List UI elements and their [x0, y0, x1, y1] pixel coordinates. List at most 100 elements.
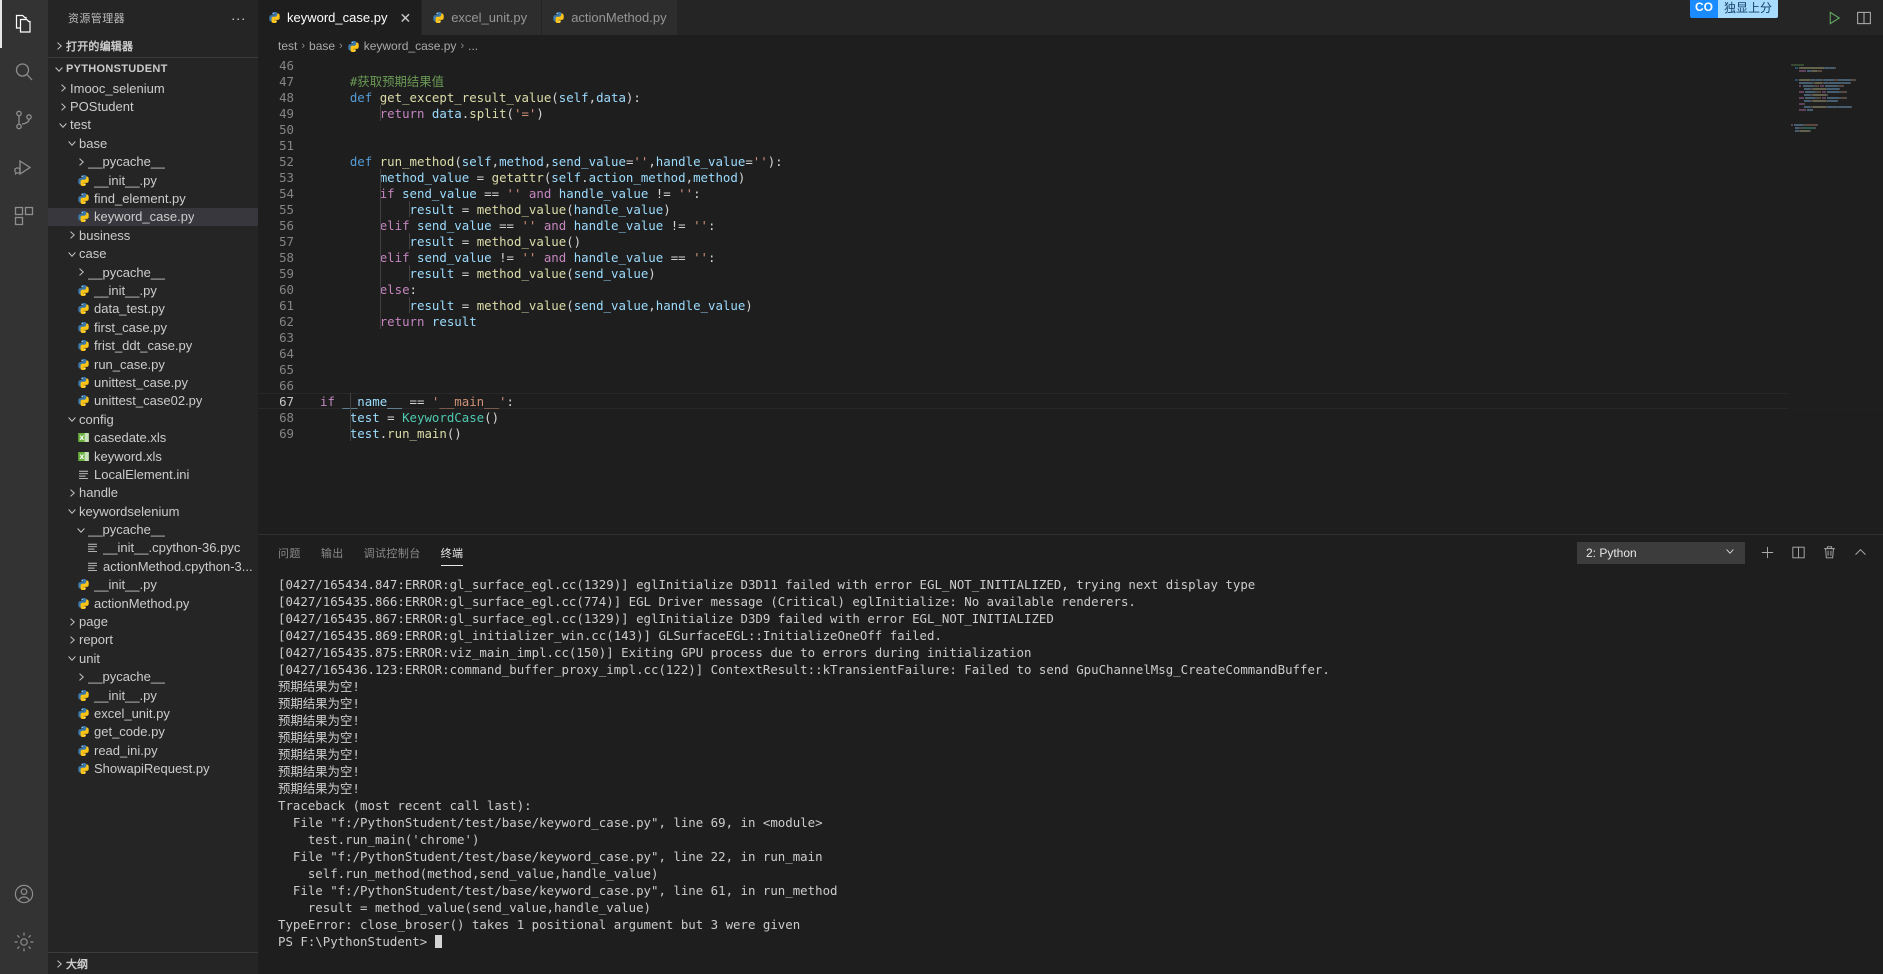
tree-item-label: __pycache__ [88, 264, 166, 280]
terminal-prompt-text: PS F:\PythonStudent> [278, 934, 435, 949]
activitybar-search[interactable] [0, 48, 48, 96]
tree-file-keyword_case.py[interactable]: keyword_case.py [48, 207, 258, 227]
breadcrumb-item[interactable]: base [309, 39, 335, 53]
activitybar-explorer[interactable] [0, 0, 48, 48]
breadcrumb-item[interactable]: ... [468, 39, 478, 53]
tree-file-unittest_case.py[interactable]: unittest_case.py [48, 373, 258, 391]
account-icon [12, 882, 36, 906]
tree-file-first_case.py[interactable]: first_case.py [48, 318, 258, 336]
tree-folder-POStudent[interactable]: POStudent [48, 97, 258, 115]
editor-tab-keyword_case.py[interactable]: keyword_case.py ✕ [258, 0, 423, 35]
tree-folder-__pycache__[interactable]: __pycache__ [48, 153, 258, 171]
tree-folder-base[interactable]: base [48, 134, 258, 152]
line-number: 48 [279, 89, 294, 105]
section-outline[interactable]: 大纲 [48, 952, 258, 974]
section-workspace-root[interactable]: PYTHONSTUDENT [48, 57, 258, 79]
tree-file-actionMethod.py[interactable]: actionMethod.py [48, 594, 258, 612]
sidebar-more-actions-icon[interactable]: ··· [225, 11, 252, 25]
panel-tab-问题[interactable]: 问题 [278, 535, 301, 570]
terminal-cursor [434, 935, 442, 948]
tree-file-run_case.py[interactable]: run_case.py [48, 355, 258, 373]
breadcrumb-item[interactable]: keyword_case.py [364, 39, 457, 53]
tree-file-find_element.py[interactable]: find_element.py [48, 189, 258, 207]
close-tab-icon[interactable]: ✕ [399, 11, 411, 25]
tree-file-actionMethod.cpython-3...[interactable]: actionMethod.cpython-3... [48, 557, 258, 575]
tree-folder-unit[interactable]: unit [48, 649, 258, 667]
section-open-editors[interactable]: 打开的编辑器 [48, 35, 258, 57]
editor-tab-excel_unit.py[interactable]: excel_unit.py [422, 0, 543, 35]
tree-file-casedate.xls[interactable]: Xcasedate.xls [48, 428, 258, 446]
tree-file-unittest_case02.py[interactable]: unittest_case02.py [48, 392, 258, 410]
panel-tab-输出[interactable]: 输出 [321, 535, 344, 570]
tree-folder-keywordselenium[interactable]: keywordselenium [48, 502, 258, 520]
new-terminal-icon[interactable] [1759, 544, 1776, 561]
tree-folder-__pycache__[interactable]: __pycache__ [48, 668, 258, 686]
tree-folder-page[interactable]: page [48, 612, 258, 630]
tree-folder-__pycache__[interactable]: __pycache__ [48, 263, 258, 281]
tree-file-get_code.py[interactable]: get_code.py [48, 723, 258, 741]
tree-file-LocalElement.ini[interactable]: LocalElement.ini [48, 465, 258, 483]
run-python-file-icon[interactable] [1825, 9, 1843, 27]
chevron-down-icon [65, 134, 79, 152]
tree-folder-__pycache__[interactable]: __pycache__ [48, 520, 258, 538]
tree-file-excel_unit.py[interactable]: excel_unit.py [48, 704, 258, 722]
terminal-select-value: 2: Python [1586, 545, 1637, 560]
excel-file-icon: X [74, 431, 92, 444]
tree-file-ShowapiRequest.py[interactable]: ShowapiRequest.py [48, 759, 258, 777]
tree-folder-test[interactable]: test [48, 116, 258, 134]
panel-tab-终端[interactable]: 终端 [440, 535, 464, 570]
tree-file-frist_ddt_case.py[interactable]: frist_ddt_case.py [48, 336, 258, 354]
terminal-output[interactable]: [0427/165434.847:ERROR:gl_surface_egl.cc… [258, 570, 1883, 974]
tree-folder-report[interactable]: report [48, 631, 258, 649]
line-number: 65 [279, 361, 294, 377]
tree-file-__init__.cpython-36.pyc[interactable]: __init__.cpython-36.pyc [48, 539, 258, 557]
tree-file-read_ini.py[interactable]: read_ini.py [48, 741, 258, 759]
breadcrumb-separator: › [301, 40, 306, 52]
code-line: 47 #获取预期结果值 [258, 73, 1883, 90]
tree-folder-business[interactable]: business [48, 226, 258, 244]
tree-file-keyword.xls[interactable]: Xkeyword.xls [48, 447, 258, 465]
svg-text:X: X [79, 435, 84, 442]
code-text: #获取预期结果值 [320, 74, 445, 89]
promo-badge[interactable]: CO 独显上分 [1689, 0, 1778, 18]
code-editor[interactable]: 46 47 #获取预期结果值 48 def get_except_result_va… [258, 57, 1883, 534]
breadcrumb[interactable]: test › base › keyword_case.py ›... [258, 35, 1883, 57]
file-tree[interactable]: Imooc_selenium POStudent test base __pycache… [48, 79, 258, 952]
tree-file-__init__.py[interactable]: __init__.py [48, 686, 258, 704]
text-file-icon [83, 560, 101, 573]
tree-file-__init__.py[interactable]: __init__.py [48, 576, 258, 594]
tree-file-data_test.py[interactable]: data_test.py [48, 300, 258, 318]
terminal-prompt[interactable]: PS F:\PythonStudent> [278, 933, 1883, 950]
activitybar-source-control[interactable] [0, 96, 48, 144]
activitybar-run-debug[interactable] [0, 144, 48, 192]
activitybar-manage[interactable] [0, 918, 48, 966]
line-number: 60 [279, 281, 294, 297]
activitybar-extensions[interactable] [0, 192, 48, 240]
editor-tab-label: excel_unit.py [451, 10, 528, 25]
sidebar-header: 资源管理器 ··· [48, 0, 258, 35]
split-terminal-icon[interactable] [1790, 544, 1807, 561]
terminal-line: [0427/165435.875:ERROR:viz_main_impl.cc(… [278, 645, 1032, 660]
tree-file-__init__.py[interactable]: __init__.py [48, 281, 258, 299]
activitybar-account[interactable] [0, 870, 48, 918]
python-file-icon [74, 376, 92, 389]
panel-tab-调试控制台[interactable]: 调试控制台 [364, 535, 421, 570]
tree-folder-case[interactable]: case [48, 245, 258, 263]
code-line: 59 result = method_value(send_value) [258, 265, 1883, 281]
editor-tab-actionMethod.py[interactable]: actionMethod.py [542, 0, 678, 35]
tree-item-label: __pycache__ [88, 522, 166, 538]
python-file-icon [74, 321, 92, 334]
tree-file-__init__.py[interactable]: __init__.py [48, 171, 258, 189]
text-file-icon [83, 541, 101, 554]
tree-item-label: base [79, 135, 108, 151]
terminal-select[interactable]: 2: Python [1577, 541, 1745, 564]
terminal-line: [0427/165435.867:ERROR:gl_surface_egl.cc… [278, 611, 1054, 626]
kill-terminal-icon[interactable] [1821, 544, 1838, 561]
tree-folder-handle[interactable]: handle [48, 484, 258, 502]
tree-folder-Imooc_selenium[interactable]: Imooc_selenium [48, 79, 258, 97]
close-panel-icon[interactable] [1852, 544, 1869, 561]
split-editor-icon[interactable] [1855, 9, 1873, 27]
indent-guide [379, 105, 381, 121]
tree-folder-config[interactable]: config [48, 410, 258, 428]
breadcrumb-item[interactable]: test [278, 39, 297, 53]
